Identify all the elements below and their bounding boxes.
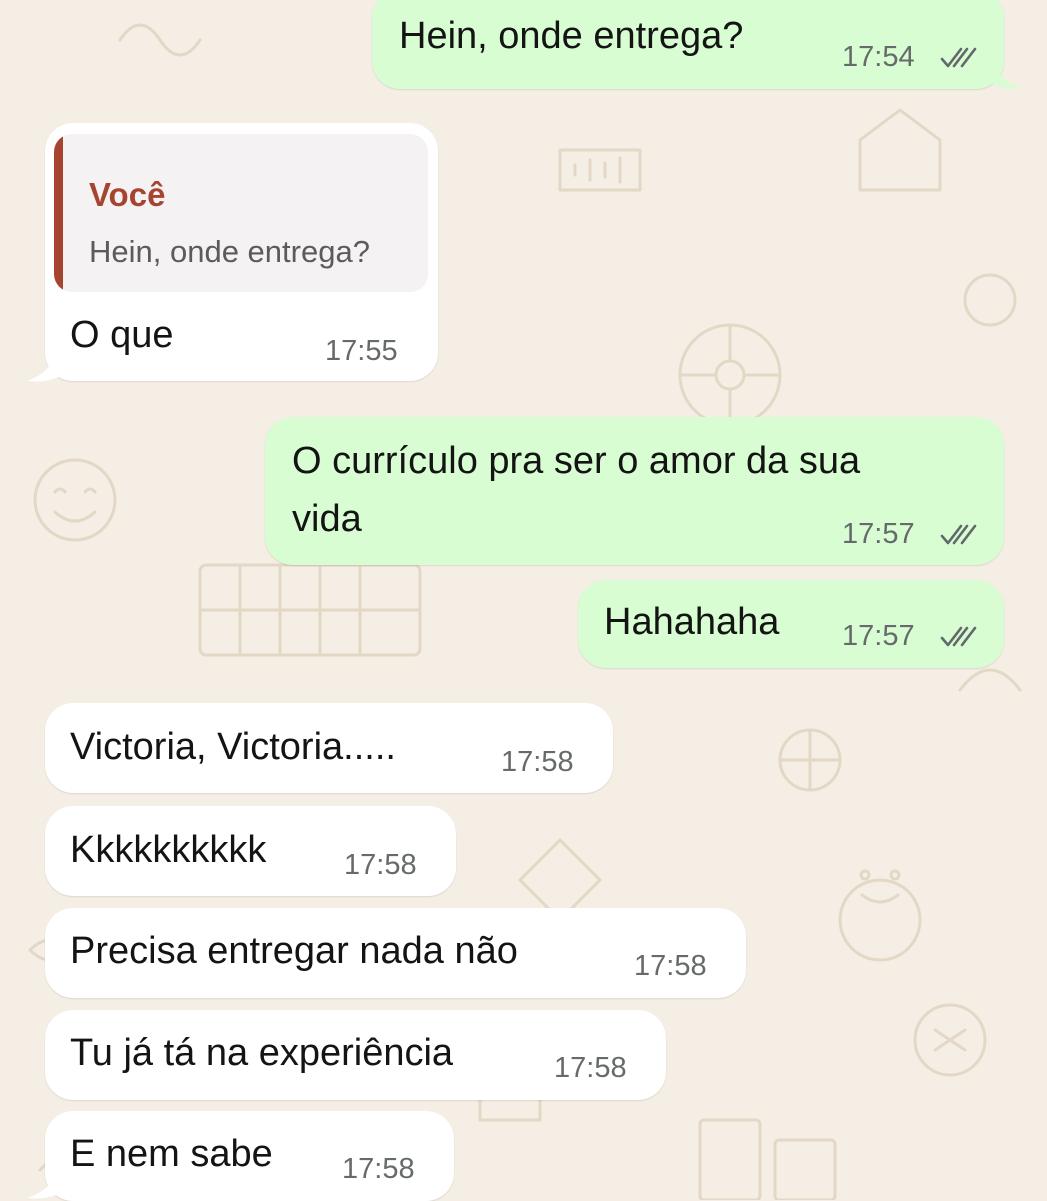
message-bubble-incoming[interactable]: Kkkkkkkkkk 17:58 — [45, 806, 456, 896]
message-timestamp: 17:55 — [325, 335, 398, 367]
message-timestamp: 17:58 — [501, 746, 574, 778]
message-timestamp: 17:54 — [842, 41, 915, 73]
message-bubble-incoming[interactable]: Tu já tá na experiência 17:58 — [45, 1010, 666, 1100]
message-text: Kkkkkkkkkk — [70, 829, 267, 871]
message-text: Tu já tá na experiência — [70, 1032, 454, 1074]
double-check-icon — [940, 47, 977, 68]
message-bubble-incoming[interactable]: Você Hein, onde entrega? O que 17:55 — [45, 123, 438, 381]
bubble-tail-incoming — [27, 343, 59, 382]
message-timestamp: 17:58 — [342, 1153, 415, 1185]
quote-accent-bar — [54, 134, 63, 292]
message-text: O que — [70, 314, 174, 356]
message-bubble-outgoing[interactable]: Hahahaha 17:57 — [578, 580, 1004, 668]
double-check-icon — [940, 524, 977, 545]
message-text-line-2: vida — [292, 498, 362, 540]
message-timestamp: 17:58 — [634, 950, 707, 982]
message-bubble-incoming[interactable]: Victoria, Victoria..... 17:58 — [45, 703, 613, 793]
message-timestamp: 17:58 — [554, 1052, 627, 1084]
message-text: E nem sabe — [70, 1133, 273, 1175]
bubble-tail-outgoing — [990, 52, 1020, 89]
message-text: Hahahaha — [604, 601, 780, 643]
message-timestamp: 17:57 — [842, 518, 915, 550]
message-bubble-outgoing[interactable]: O currículo pra ser o amor da sua vida 1… — [265, 417, 1004, 565]
quoted-text: Hein, onde entrega? — [89, 234, 370, 269]
bubble-tail-incoming — [27, 1163, 59, 1199]
message-text: Hein, onde entrega? — [399, 15, 744, 57]
double-check-icon — [940, 626, 977, 647]
message-text-line-1: O currículo pra ser o amor da sua — [292, 440, 861, 482]
message-timestamp: 17:57 — [842, 620, 915, 652]
quoted-reply[interactable]: Você Hein, onde entrega? — [54, 134, 428, 292]
message-bubble-incoming[interactable]: Precisa entregar nada não 17:58 — [45, 908, 746, 998]
message-timestamp: 17:58 — [344, 849, 417, 881]
quoted-author: Você — [89, 176, 166, 213]
message-text: Victoria, Victoria..... — [70, 726, 396, 768]
message-text: Precisa entregar nada não — [70, 930, 518, 972]
message-bubble-incoming[interactable]: E nem sabe 17:58 — [45, 1111, 454, 1201]
message-bubble-outgoing[interactable]: Hein, onde entrega? 17:54 — [372, 0, 1004, 89]
